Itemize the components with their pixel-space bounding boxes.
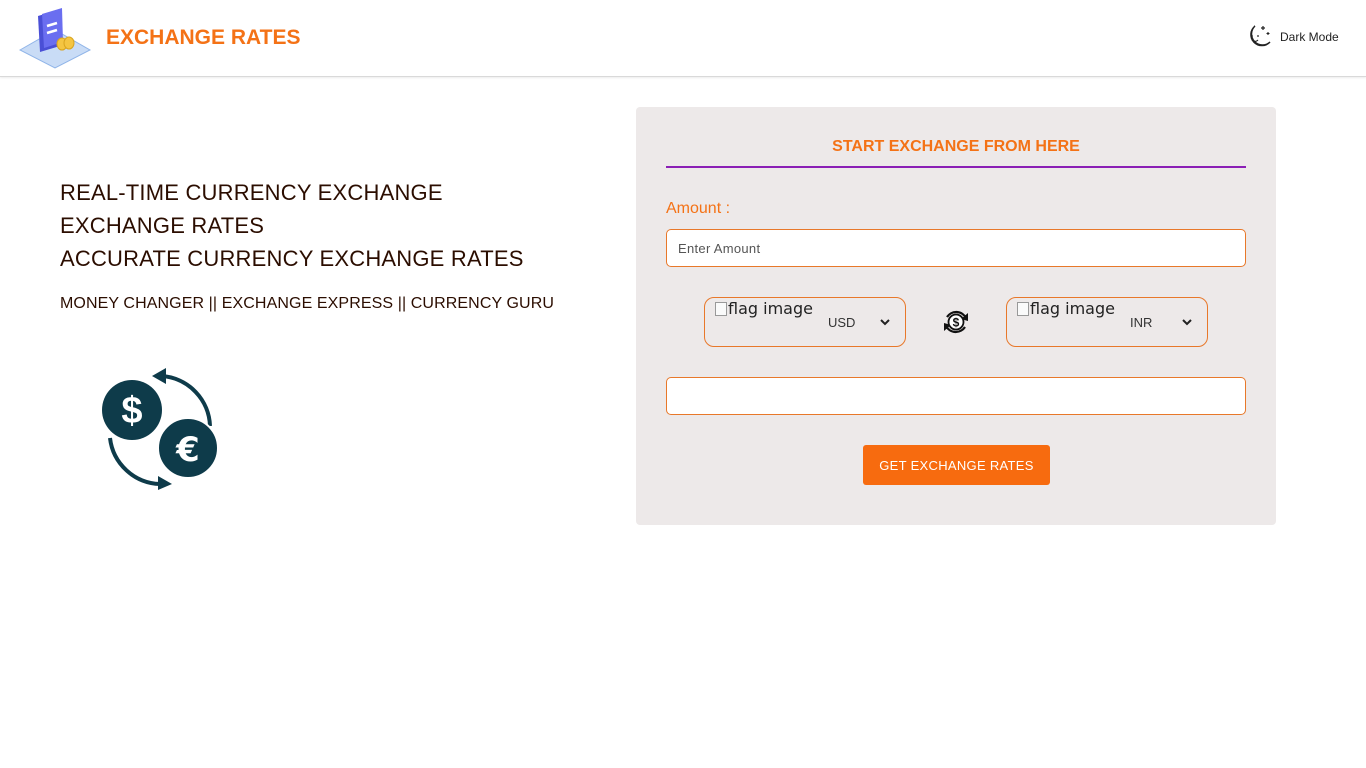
moon-icon [1250, 25, 1271, 47]
site-header: EXCHANGE RATES Dark Mode [0, 0, 1366, 77]
from-flag-image: flag image [715, 299, 813, 318]
exchange-rates-logo-icon[interactable] [18, 8, 93, 70]
brand-title[interactable]: EXCHANGE RATES [106, 26, 300, 50]
amount-label: Amount : [666, 200, 731, 217]
svg-text:€: € [175, 430, 200, 470]
hero-line-3: ACCURATE CURRENCY EXCHANGE RATES [60, 246, 524, 271]
exchange-result-field [666, 377, 1246, 415]
to-currency-select[interactable]: flag image INR [1006, 297, 1208, 347]
from-currency-select[interactable]: flag image USD [704, 297, 906, 347]
svg-text:$: $ [121, 390, 142, 432]
hero-section: REAL-TIME CURRENCY EXCHANGE EXCHANGE RAT… [60, 176, 554, 313]
title-divider [666, 166, 1246, 168]
chevron-down-icon [880, 319, 890, 326]
hero-line-2: EXCHANGE RATES [60, 213, 265, 238]
get-exchange-rates-button[interactable]: GET EXCHANGE RATES [863, 445, 1050, 485]
to-currency-code: INR [1130, 315, 1153, 330]
amount-input[interactable] [666, 229, 1246, 267]
hero-line-1: REAL-TIME CURRENCY EXCHANGE [60, 180, 443, 205]
converter-card: START EXCHANGE FROM HERE Amount : flag i… [636, 107, 1276, 525]
dark-mode-label: Dark Mode [1280, 30, 1339, 44]
svg-text:$: $ [953, 316, 960, 330]
converter-title: START EXCHANGE FROM HERE [832, 138, 1080, 155]
swap-currency-icon[interactable]: $ [941, 307, 971, 337]
dollar-euro-exchange-icon: $ € [102, 368, 219, 490]
hero-subtitle: MONEY CHANGER || EXCHANGE EXPRESS || CUR… [60, 295, 555, 312]
chevron-down-icon [1182, 319, 1192, 326]
dark-mode-toggle[interactable]: Dark Mode [1243, 22, 1339, 52]
to-flag-image: flag image [1017, 299, 1115, 318]
from-currency-code: USD [828, 315, 856, 330]
